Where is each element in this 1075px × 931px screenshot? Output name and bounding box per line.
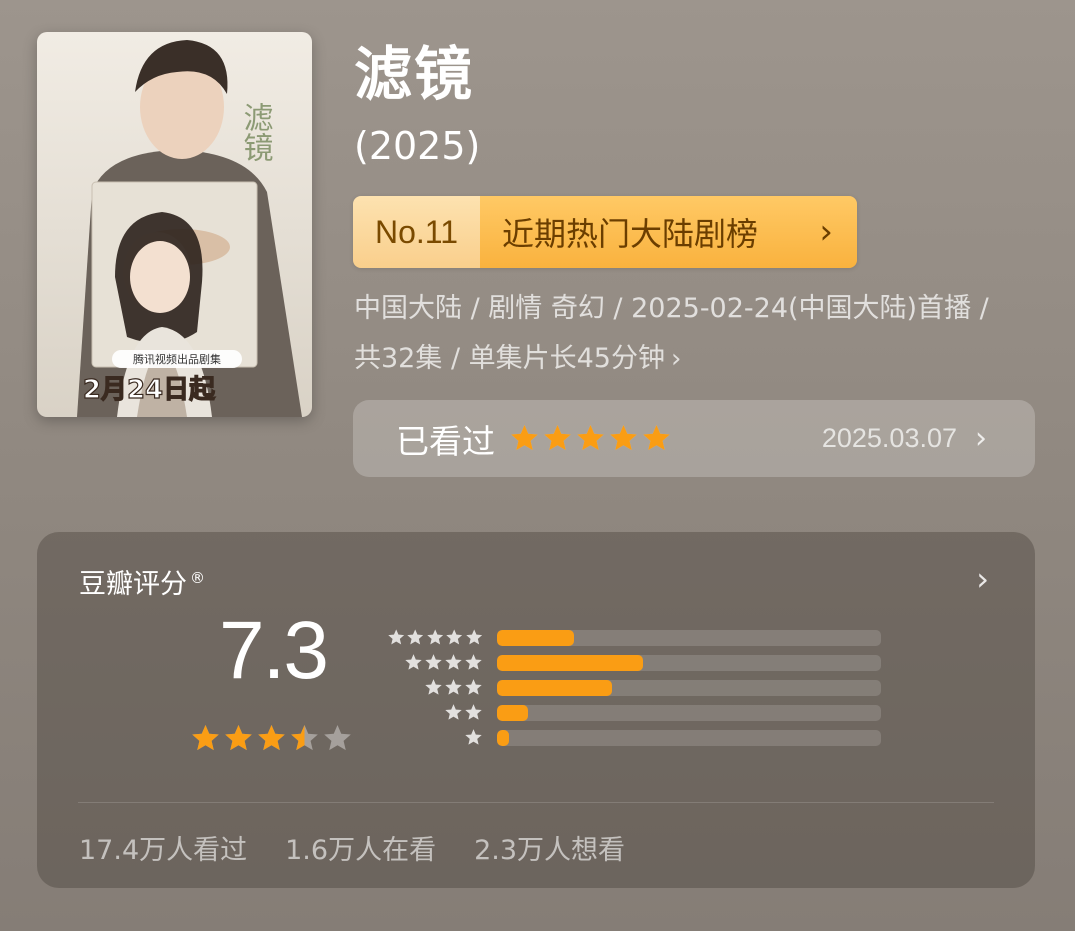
chevron-right-icon[interactable]: › [976, 560, 989, 598]
star-icon [446, 629, 463, 645]
star-icon [465, 704, 482, 720]
distribution-row [387, 700, 881, 725]
distribution-stars [387, 703, 483, 722]
star-icon [610, 424, 637, 451]
stat-watched: 17.4万人看过 [79, 835, 248, 866]
distribution-fill [497, 729, 509, 746]
star-icon [388, 629, 405, 645]
star-icon [291, 724, 318, 751]
star-icon [405, 654, 422, 670]
distribution-stars [387, 653, 483, 672]
watched-label: 已看过 [396, 421, 495, 461]
distribution-row [387, 725, 881, 750]
star-icon [511, 424, 538, 451]
distribution-bar [497, 629, 881, 646]
rank-number: No.11 [353, 196, 480, 268]
star-icon [643, 424, 670, 451]
douban-score: 7.3 [219, 605, 329, 696]
page-title: 滤镜 [354, 40, 475, 108]
star-icon [544, 424, 571, 451]
watched-status-row[interactable]: 已看过 2025.03.07 › [353, 400, 1035, 477]
score-stars [190, 723, 353, 754]
poster-title-text: 滤镜 [238, 102, 273, 162]
distribution-row [387, 625, 881, 650]
star-icon [465, 629, 482, 645]
star-icon [465, 729, 482, 745]
distribution-fill [497, 654, 643, 671]
ranking-badge[interactable]: No.11 近期热门大陆剧榜 › [353, 196, 857, 268]
chevron-right-icon: › [670, 344, 682, 374]
star-icon [225, 724, 252, 751]
star-icon [192, 724, 219, 751]
distribution-bar [497, 704, 881, 721]
star-icon [465, 679, 482, 695]
rating-distribution [387, 625, 881, 750]
star-icon [445, 679, 462, 695]
watched-date: 2025.03.07 [821, 423, 957, 453]
distribution-stars [387, 678, 483, 697]
distribution-bar [497, 654, 881, 671]
distribution-fill [497, 704, 528, 721]
distribution-bar [497, 729, 881, 746]
stat-want: 2.3万人想看 [474, 835, 626, 866]
star-icon [425, 654, 442, 670]
star-icon [258, 724, 285, 751]
star-icon [425, 679, 442, 695]
star-icon [577, 424, 604, 451]
rating-card-title: 豆瓣评分 ® [79, 569, 205, 600]
rank-list-name: 近期热门大陆剧榜 [502, 215, 759, 253]
user-rating-stars [509, 423, 672, 454]
douban-rating-card[interactable]: 豆瓣评分 ® › 7.3 17.4万人看过 1.6万人在看 2.3万人想看 [37, 532, 1035, 888]
distribution-row [387, 650, 881, 675]
star-icon [407, 629, 424, 645]
star-icon [465, 654, 482, 670]
chevron-right-icon: › [975, 421, 987, 456]
release-year: (2025) [354, 124, 481, 168]
poster-date-text: 2月24日起 [83, 375, 216, 405]
distribution-bar [497, 679, 881, 696]
star-icon [324, 724, 351, 751]
stat-watching: 1.6万人在看 [285, 835, 437, 866]
distribution-stars [387, 728, 483, 747]
poster-caption: 腾讯视频出品剧集 [133, 352, 221, 366]
distribution-fill [497, 679, 613, 696]
star-icon [445, 654, 462, 670]
distribution-fill [497, 629, 574, 646]
poster-image[interactable]: 滤镜 腾讯视频出品剧集 2月24日起 [37, 32, 312, 417]
audience-stats: 17.4万人看过 1.6万人在看 2.3万人想看 [79, 828, 625, 867]
divider [78, 802, 994, 803]
chevron-right-icon: › [819, 212, 833, 252]
distribution-row [387, 675, 881, 700]
star-icon [427, 629, 443, 645]
distribution-stars [387, 628, 483, 647]
show-meta-info[interactable]: 中国大陆 / 剧情 奇幻 / 2025-02-24(中国大陆)首播 / 共32集… [354, 284, 1004, 384]
star-icon [445, 704, 462, 720]
